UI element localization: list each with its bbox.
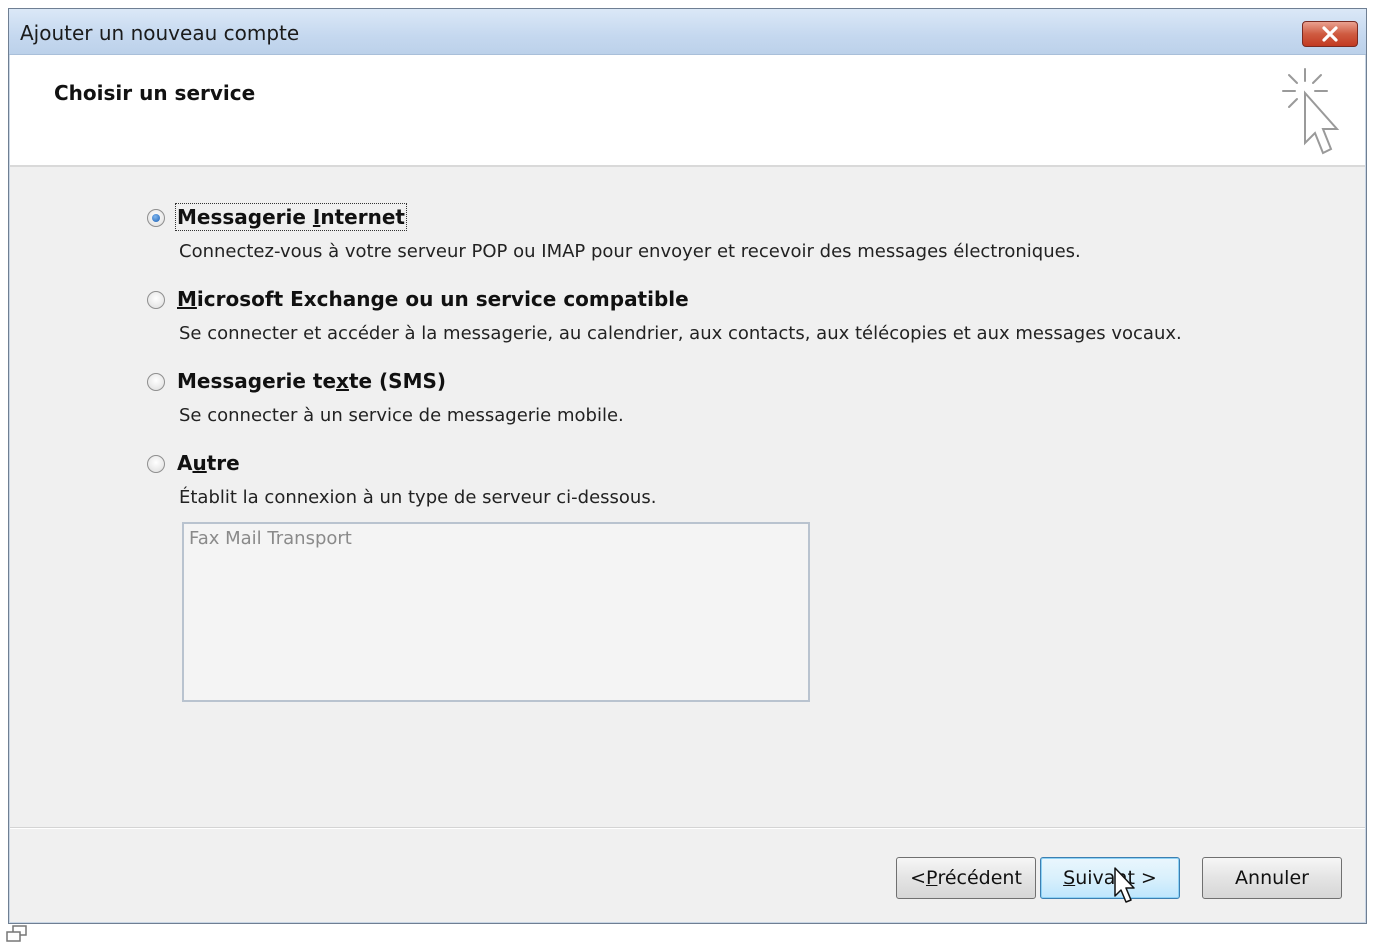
option-description: Se connecter à un service de messagerie …	[179, 405, 624, 426]
title-bar[interactable]: Ajouter un nouveau compte	[9, 9, 1366, 55]
option-description: Établit la connexion à un type de serveu…	[179, 487, 657, 508]
wizard-cursor-icon	[1282, 68, 1340, 155]
option-description: Se connecter et accéder à la messagerie,…	[179, 323, 1182, 344]
option-label[interactable]: Messagerie Internet	[175, 203, 407, 231]
footer-divider	[10, 827, 1365, 829]
option-description: Connectez-vous à votre serveur POP ou IM…	[179, 241, 1081, 262]
close-button[interactable]	[1302, 21, 1358, 47]
cancel-button[interactable]: Annuler	[1202, 857, 1342, 899]
radio-sms[interactable]	[147, 373, 165, 391]
server-type-list[interactable]: Fax Mail Transport	[182, 522, 810, 702]
option-label[interactable]: Messagerie texte (SMS)	[177, 369, 446, 393]
option-label[interactable]: Autre	[177, 451, 240, 475]
next-button[interactable]: Suivant >	[1040, 857, 1180, 899]
page-title: Choisir un service	[54, 81, 256, 105]
radio-internet-mail[interactable]	[147, 209, 165, 227]
wizard-header: Choisir un service	[10, 55, 1365, 167]
close-icon	[1322, 26, 1338, 42]
option-label[interactable]: Microsoft Exchange ou un service compati…	[177, 287, 689, 311]
add-account-dialog: Ajouter un nouveau compte Choisir un ser…	[8, 8, 1367, 924]
mouse-pointer-icon	[1114, 867, 1135, 903]
window-title: Ajouter un nouveau compte	[20, 21, 300, 45]
radio-exchange[interactable]	[147, 291, 165, 309]
list-item[interactable]: Fax Mail Transport	[189, 528, 352, 549]
radio-other[interactable]	[147, 455, 165, 473]
previous-button[interactable]: < Précédent	[896, 857, 1036, 899]
window-restore-icon	[6, 925, 27, 942]
